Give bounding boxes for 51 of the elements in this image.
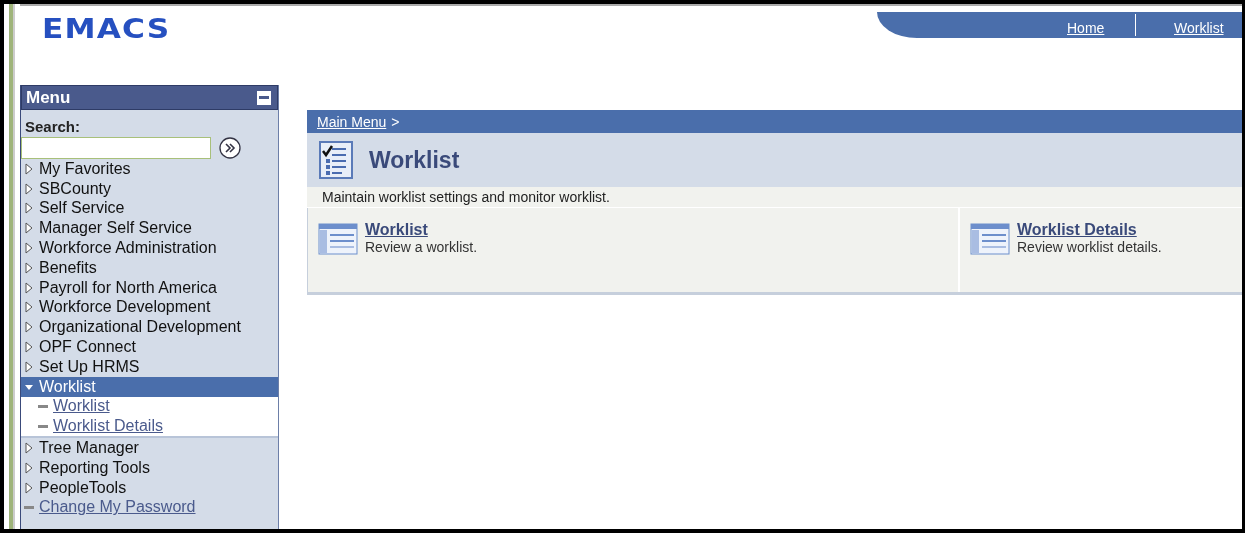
triangle-icon — [24, 261, 34, 274]
triangle-icon — [24, 162, 34, 175]
card-description: Review worklist details. — [1017, 239, 1162, 255]
triangle-icon — [24, 341, 34, 354]
menu-folder[interactable]: OPF Connect — [21, 337, 278, 357]
window-icon — [318, 223, 358, 255]
search-label: Search: — [24, 117, 82, 137]
triangle-icon — [24, 242, 34, 255]
logo: EMACS — [42, 14, 171, 44]
menu-folder[interactable]: Reporting Tools — [21, 457, 278, 478]
menu-link[interactable]: Worklist — [21, 396, 278, 417]
menu-folder[interactable]: Workforce Development — [21, 297, 278, 318]
menu-folder[interactable]: My Favorites — [21, 159, 278, 179]
triangle-icon — [24, 202, 34, 215]
menu-folder[interactable]: Worklist — [21, 376, 278, 397]
card-description: Review a worklist. — [365, 239, 478, 255]
triangle-icon — [24, 442, 34, 455]
page-description: Maintain worklist settings and monitor worklist. — [307, 187, 1242, 208]
menu-folder[interactable]: Tree Manager — [21, 438, 278, 458]
menu-folder[interactable]: Benefits — [21, 258, 278, 278]
nav-link[interactable]: Home — [1029, 20, 1135, 38]
breadcrumb-link[interactable]: Main Menu — [317, 113, 387, 130]
triangle-icon — [24, 222, 34, 235]
triangle-icon — [24, 281, 34, 294]
breadcrumb-separator: > — [391, 113, 400, 130]
page-title: Worklist — [369, 146, 460, 174]
triangle-icon — [24, 461, 34, 474]
collapse-icon[interactable] — [257, 90, 271, 105]
menu-folder[interactable]: SBCounty — [21, 178, 278, 199]
menu-folder[interactable]: Self Service — [21, 198, 278, 219]
menu-link[interactable]: Change My Password — [21, 497, 278, 518]
triangle-icon — [24, 301, 34, 314]
nav-link[interactable]: Worklist — [1136, 20, 1242, 38]
search-field[interactable] — [21, 137, 211, 159]
window-icon — [970, 223, 1010, 255]
menu-folder[interactable]: Manager Self Service — [21, 218, 278, 239]
menu-folder[interactable]: Payroll for North America — [21, 277, 278, 298]
menu-folder[interactable]: Set Up HRMS — [21, 356, 278, 377]
triangle-icon — [24, 360, 34, 373]
triangle-icon — [24, 321, 34, 334]
menu-folder[interactable]: PeopleTools — [21, 477, 278, 498]
menu-folder[interactable]: Workforce Administration — [21, 238, 278, 258]
card-link[interactable]: Worklist Details — [1017, 221, 1137, 238]
triangle-icon — [24, 481, 34, 494]
checklist-icon — [319, 141, 353, 179]
card-link[interactable]: Worklist — [365, 221, 428, 238]
menu-link[interactable]: Worklist Details — [21, 416, 278, 437]
go-icon[interactable] — [219, 137, 241, 159]
menu-title: Menu — [26, 87, 71, 108]
triangle-icon — [24, 182, 34, 195]
menu-folder[interactable]: Organizational Development — [21, 317, 278, 338]
